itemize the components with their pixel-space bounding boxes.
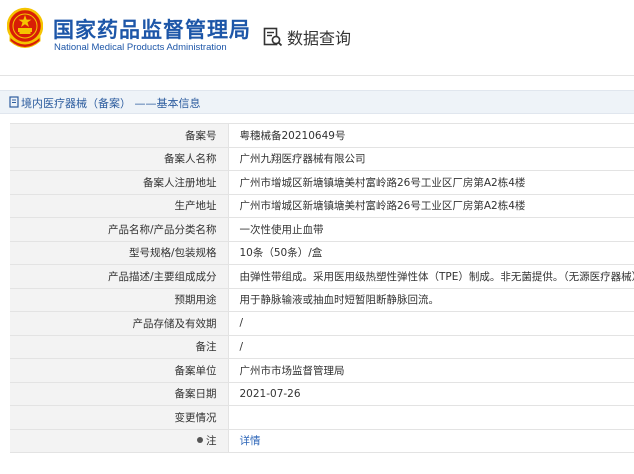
site-header: 国家药品监督管理局 National Medical Products Admi…	[0, 0, 634, 75]
detail-row: 产品名称/产品分类名称 一次性使用止血带	[10, 217, 634, 242]
detail-label: 备注	[10, 335, 229, 359]
detail-row: 产品描述/主要组成成分 由弹性带组成。采用医用级热塑性弹性体（TPE）制成。非无菌…	[10, 264, 634, 289]
detail-value: 广州市增城区新塘镇塘美村富岭路26号工业区厂房第A2栋4楼	[228, 170, 634, 195]
detail-row: 变更情况	[10, 405, 634, 430]
detail-row: 备案日期 2021-07-26	[10, 382, 634, 406]
detail-label: 产品名称/产品分类名称	[10, 217, 229, 242]
national-emblem-icon	[7, 7, 43, 48]
document-icon	[9, 96, 19, 108]
detail-value: 由弹性带组成。采用医用级热塑性弹性体（TPE）制成。非无菌提供。（无源医疗器械）	[228, 264, 634, 289]
record-detail-table: 备案号 粤穗械备20210649号 备案人名称 广州九翔医疗器械有限公司 备案人注册地址…	[10, 123, 634, 453]
detail-label: 备案日期	[10, 382, 229, 406]
detail-value	[228, 405, 634, 430]
note-row: 注 详情	[10, 429, 634, 453]
detail-label: 备案单位	[10, 358, 229, 383]
detail-label: 预期用途	[10, 288, 229, 312]
detail-row: 预期用途 用于静脉输液或抽血时短暂阻断静脉回流。	[10, 288, 634, 312]
detail-label: 型号规格/包装规格	[10, 241, 229, 265]
pin-icon	[197, 437, 203, 444]
org-name-cn: 国家药品监督管理局	[53, 18, 251, 42]
detail-value: 广州市增城区新塘镇塘美村富岭路26号工业区厂房第A2栋4楼	[228, 194, 634, 218]
query-title: 数据查询	[287, 29, 352, 48]
detail-value: 2021-07-26	[228, 382, 634, 406]
document-search-icon	[263, 27, 283, 47]
detail-row: 备案单位 广州市市场监督管理局	[10, 358, 634, 383]
detail-row: 型号规格/包装规格 10条（50条）/盒	[10, 241, 634, 265]
detail-row: 备案人名称 广州九翔医疗器械有限公司	[10, 147, 634, 171]
note-label: 注	[206, 435, 217, 448]
detail-value: 广州九翔医疗器械有限公司	[228, 147, 634, 171]
detail-row: 生产地址 广州市增城区新塘镇塘美村富岭路26号工业区厂房第A2栋4楼	[10, 194, 634, 218]
detail-label: 备案号	[10, 123, 229, 148]
detail-value: /	[228, 335, 634, 359]
detail-value: 广州市市场监督管理局	[228, 358, 634, 383]
detail-row: 备注 /	[10, 335, 634, 359]
detail-row: 产品存储及有效期 /	[10, 311, 634, 336]
detail-label: 变更情况	[10, 405, 229, 430]
detail-value: 一次性使用止血带	[228, 217, 634, 242]
detail-label: 生产地址	[10, 194, 229, 218]
detail-value: 用于静脉输液或抽血时短暂阻断静脉回流。	[228, 288, 634, 312]
detail-label: 产品描述/主要组成成分	[10, 264, 229, 289]
detail-value: 粤穗械备20210649号	[228, 123, 634, 148]
detail-label: 产品存储及有效期	[10, 311, 229, 336]
detail-label: 备案人名称	[10, 147, 229, 171]
note-label-cell: 注	[10, 429, 229, 453]
detail-value: /	[228, 311, 634, 336]
breadcrumb: 境内医疗器械（备案） ——基本信息	[0, 90, 634, 114]
detail-row: 备案人注册地址 广州市增城区新塘镇塘美村富岭路26号工业区厂房第A2栋4楼	[10, 170, 634, 195]
detail-label: 备案人注册地址	[10, 170, 229, 195]
breadcrumb-text[interactable]: 境内医疗器械（备案） ——基本信息	[21, 95, 201, 111]
detail-row: 备案号 粤穗械备20210649号	[10, 123, 634, 148]
detail-value: 10条（50条）/盒	[228, 241, 634, 265]
header-divider	[0, 75, 634, 76]
org-name-en: National Medical Products Administration	[54, 42, 227, 53]
details-link[interactable]: 详情	[240, 435, 261, 447]
note-value-cell: 详情	[228, 429, 634, 453]
